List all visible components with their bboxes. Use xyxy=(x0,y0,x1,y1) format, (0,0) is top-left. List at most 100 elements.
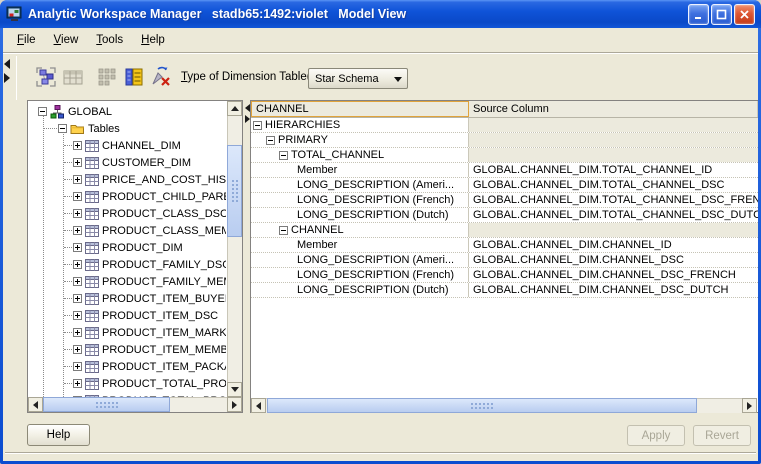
schema-tree-panel: GLOBAL TablesCHANNEL_DIMCUSTOMER_DIMPRICE… xyxy=(27,100,243,413)
menubar: File View Tools Help xyxy=(12,30,178,50)
expand-plus-icon[interactable] xyxy=(73,328,82,337)
tree-node-table[interactable]: PRODUCT_TOTAL_PRODU xyxy=(28,375,226,392)
table-icon xyxy=(85,293,99,305)
collapse-minus-icon[interactable] xyxy=(266,136,275,145)
tree-node-table[interactable]: CUSTOMER_DIM xyxy=(28,154,226,171)
table-icon xyxy=(85,140,99,152)
grid-scroll-right-button[interactable] xyxy=(742,398,757,413)
expand-plus-icon[interactable] xyxy=(73,158,82,167)
tree-node-label: PRODUCT_ITEM_MARKETIN xyxy=(102,327,226,339)
tree-node-table[interactable]: PRODUCT_ITEM_MEMBER xyxy=(28,341,226,358)
mapping-row[interactable]: LONG_DESCRIPTION (Ameri...GLOBAL.CHANNEL… xyxy=(251,178,758,193)
mapping-row[interactable]: LONG_DESCRIPTION (Ameri...GLOBAL.CHANNEL… xyxy=(251,253,758,268)
table-icon xyxy=(85,259,99,271)
mapping-row[interactable]: TOTAL_CHANNEL xyxy=(251,148,758,163)
expand-plus-icon[interactable] xyxy=(73,379,82,388)
mapping-row-label: Member xyxy=(297,239,337,251)
tree-node-table[interactable]: PRODUCT_CLASS_DSC xyxy=(28,205,226,222)
expand-plus-icon[interactable] xyxy=(73,175,82,184)
expand-plus-icon[interactable] xyxy=(73,362,82,371)
panel-collapse-handle[interactable] xyxy=(4,57,12,103)
mapping-row[interactable]: MemberGLOBAL.CHANNEL_DIM.TOTAL_CHANNEL_I… xyxy=(251,163,758,178)
mapping-row-source-cell: GLOBAL.CHANNEL_DIM.CHANNEL_DSC_DUTCH xyxy=(469,283,758,297)
model-diagram-icon[interactable] xyxy=(33,64,59,90)
mapping-list-icon[interactable] xyxy=(121,64,147,90)
mapping-row-label-cell: LONG_DESCRIPTION (Dutch) xyxy=(251,208,469,222)
maximize-button[interactable] xyxy=(711,4,732,25)
apply-button[interactable]: Apply xyxy=(627,425,685,446)
tree-vscrollbar-thumb[interactable] xyxy=(227,145,242,237)
mapping-row[interactable]: LONG_DESCRIPTION (French)GLOBAL.CHANNEL_… xyxy=(251,268,758,283)
remove-mapping-icon[interactable] xyxy=(148,64,174,90)
mapping-row[interactable]: LONG_DESCRIPTION (Dutch)GLOBAL.CHANNEL_D… xyxy=(251,283,758,298)
mapping-row[interactable]: LONG_DESCRIPTION (Dutch)GLOBAL.CHANNEL_D… xyxy=(251,208,758,223)
folder-icon xyxy=(70,123,85,135)
expand-plus-icon[interactable] xyxy=(73,277,82,286)
tree-node-table[interactable]: PRODUCT_ITEM_BUYER xyxy=(28,290,226,307)
menu-tools[interactable]: Tools xyxy=(91,32,128,48)
close-button[interactable] xyxy=(734,4,755,25)
toolbar: Type of Dimension Table(s): Star Schema xyxy=(16,56,758,100)
collapse-right-icon[interactable] xyxy=(4,73,10,83)
tree-node-label: GLOBAL xyxy=(68,106,112,118)
menu-view[interactable]: View xyxy=(49,32,84,48)
tree-node-table[interactable]: PRODUCT_FAMILY_DSC xyxy=(28,256,226,273)
menu-help[interactable]: Help xyxy=(136,32,170,48)
mapping-row[interactable]: LONG_DESCRIPTION (French)GLOBAL.CHANNEL_… xyxy=(251,193,758,208)
dimension-type-label: Type of Dimension Table(s): xyxy=(181,71,323,83)
chevron-down-icon xyxy=(394,77,402,82)
tree-node-table[interactable]: PRODUCT_ITEM_MARKETIN xyxy=(28,324,226,341)
mapping-row[interactable]: PRIMARY xyxy=(251,133,758,148)
data-table-icon[interactable] xyxy=(60,64,86,90)
collapse-minus-icon[interactable] xyxy=(38,107,47,116)
tree-node-table[interactable]: PRODUCT_CHILD_PARENT xyxy=(28,188,226,205)
tree-scroll-up-button[interactable] xyxy=(227,101,242,116)
collapse-left-icon[interactable] xyxy=(4,59,10,69)
tree-scroll-right-button[interactable] xyxy=(227,397,242,412)
column-header-channel: CHANNEL xyxy=(251,101,469,117)
expand-plus-icon[interactable] xyxy=(73,311,82,320)
expand-plus-icon[interactable] xyxy=(73,294,82,303)
tree-scroll-down-button[interactable] xyxy=(227,382,242,397)
tree-node-label: PRODUCT_ITEM_BUYER xyxy=(102,293,226,305)
tree-node-table[interactable]: PRODUCT_CLASS_MEMBER xyxy=(28,222,226,239)
collapse-minus-icon[interactable] xyxy=(279,226,288,235)
tree-node-table[interactable]: PRICE_AND_COST_HIST_FA xyxy=(28,171,226,188)
grid-hscrollbar-thumb[interactable] xyxy=(267,398,697,413)
grid-scroll-left-button[interactable] xyxy=(251,398,266,413)
expand-plus-icon[interactable] xyxy=(73,243,82,252)
dimension-type-dropdown[interactable]: Star Schema xyxy=(308,68,408,89)
menu-file[interactable]: File xyxy=(12,32,41,48)
mapping-row-source-cell: GLOBAL.CHANNEL_DIM.CHANNEL_DSC_FRENCH xyxy=(469,268,758,282)
expand-plus-icon[interactable] xyxy=(73,260,82,269)
dimension-type-value: Star Schema xyxy=(315,73,379,85)
tree-node-label: PRODUCT_ITEM_DSC xyxy=(102,310,218,322)
collapse-minus-icon[interactable] xyxy=(253,121,262,130)
app-icon xyxy=(6,6,23,22)
tree-hscrollbar-thumb[interactable] xyxy=(43,397,170,412)
mapping-row-label-cell: LONG_DESCRIPTION (Dutch) xyxy=(251,283,469,297)
tree-node-table[interactable]: PRODUCT_ITEM_DSC xyxy=(28,307,226,324)
tree-node-table[interactable]: PRODUCT_DIM xyxy=(28,239,226,256)
tree-node-table[interactable]: CHANNEL_DIM xyxy=(28,137,226,154)
expand-plus-icon[interactable] xyxy=(73,141,82,150)
help-button[interactable]: Help xyxy=(27,424,90,446)
mapping-row[interactable]: MemberGLOBAL.CHANNEL_DIM.CHANNEL_ID xyxy=(251,238,758,253)
tree-node-table[interactable]: PRODUCT_FAMILY_MEMBE xyxy=(28,273,226,290)
collapse-minus-icon[interactable] xyxy=(58,124,67,133)
mapping-row[interactable]: HIERARCHIES xyxy=(251,118,758,133)
minimize-button[interactable] xyxy=(688,4,709,25)
tree-node-tables[interactable]: Tables xyxy=(28,120,226,137)
expand-plus-icon[interactable] xyxy=(73,192,82,201)
collapse-minus-icon[interactable] xyxy=(279,151,288,160)
tree-node-label: PRODUCT_DIM xyxy=(102,242,183,254)
expand-plus-icon[interactable] xyxy=(73,226,82,235)
tree-node-table[interactable]: PRODUCT_ITEM_PACKAGE xyxy=(28,358,226,375)
mapping-row[interactable]: CHANNEL xyxy=(251,223,758,238)
member-grid-icon[interactable] xyxy=(94,64,120,90)
tree-node-global[interactable]: GLOBAL xyxy=(28,103,226,120)
expand-plus-icon[interactable] xyxy=(73,345,82,354)
expand-plus-icon[interactable] xyxy=(73,209,82,218)
revert-button[interactable]: Revert xyxy=(693,425,751,446)
tree-scroll-left-button[interactable] xyxy=(28,397,43,412)
